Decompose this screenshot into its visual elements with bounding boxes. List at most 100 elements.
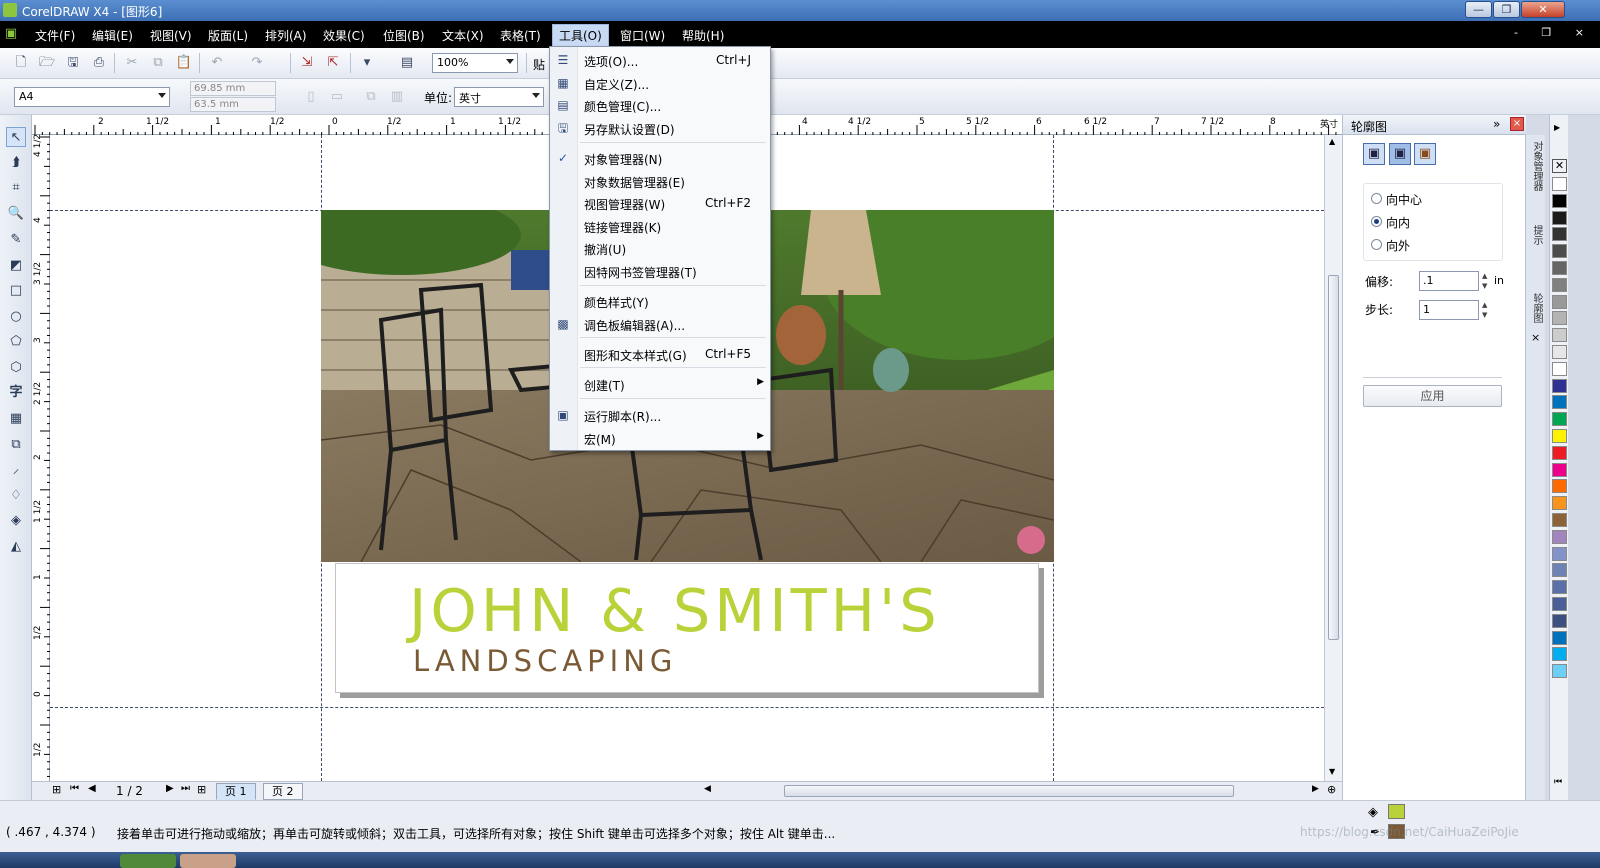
interactive-fill-tool-icon[interactable]: ◭ xyxy=(6,537,26,557)
menu-arrange[interactable]: 排列(A) xyxy=(265,27,307,44)
menu-item-6[interactable]: 视图管理器(W) Ctrl+F2 xyxy=(550,192,770,214)
palette-swatch[interactable] xyxy=(1552,193,1567,208)
page-tab-1[interactable]: 页 1 xyxy=(216,783,256,800)
previous-page-icon[interactable]: ◀ xyxy=(88,783,96,794)
palette-swatch[interactable] xyxy=(1552,580,1567,595)
menu-effects[interactable]: 效果(C) xyxy=(323,27,365,44)
scroll-left-icon[interactable]: ◀ xyxy=(704,784,711,794)
application-launcher-icon[interactable]: ▾ xyxy=(358,54,376,72)
print-icon[interactable]: ⎙ xyxy=(90,54,108,72)
palette-swatch[interactable] xyxy=(1552,546,1567,561)
palette-swatch[interactable] xyxy=(1552,630,1567,645)
palette-swatch[interactable] xyxy=(1552,378,1567,393)
page-width-field[interactable]: 69.85 mm xyxy=(190,81,276,96)
zoom-tool-icon[interactable]: 🔍 xyxy=(6,204,26,224)
palette-swatch[interactable] xyxy=(1552,345,1567,359)
table-tool-icon[interactable]: ▦ xyxy=(6,409,26,429)
no-color-swatch-icon[interactable]: ✕ xyxy=(1552,159,1567,173)
menu-file[interactable]: 文件(F) xyxy=(35,27,75,44)
palette-swatch[interactable] xyxy=(1552,479,1567,494)
redo-icon[interactable]: ↷ xyxy=(248,54,266,72)
docker-close-icon[interactable]: × xyxy=(1510,117,1524,131)
palette-scroll-up-icon[interactable]: ▶ xyxy=(1554,123,1560,132)
palette-swatch[interactable] xyxy=(1552,429,1567,443)
logo-card[interactable]: JOHN & SMITH'S LANDSCAPING xyxy=(335,563,1039,693)
polygon-tool-icon[interactable]: ⬠ xyxy=(6,332,26,352)
menu-item-13[interactable]: 创建(T) ▶ xyxy=(550,373,770,395)
first-page-icon[interactable]: ⏮ xyxy=(70,783,79,794)
outline-tool-icon[interactable]: ♢ xyxy=(6,486,26,506)
palette-swatch[interactable] xyxy=(1552,563,1567,578)
side-tab-contour[interactable]: 轮廓图 xyxy=(1529,293,1544,323)
logo-subline[interactable]: LANDSCAPING xyxy=(413,644,677,678)
last-page-icon[interactable]: ⏭ xyxy=(181,783,190,794)
undo-icon[interactable]: ↶ xyxy=(208,54,226,72)
menu-item-11[interactable]: ▩ 调色板编辑器(A)... xyxy=(550,313,770,335)
insert-page-before-icon[interactable]: ⊞ xyxy=(52,783,61,796)
current-page-icon[interactable]: ▥ xyxy=(388,88,406,106)
welcome-screen-icon[interactable]: ▤ xyxy=(398,54,416,72)
menu-item-1[interactable]: ▦ 自定义(Z)... xyxy=(550,72,770,94)
palette-swatch[interactable] xyxy=(1552,395,1567,410)
cut-icon[interactable]: ✂ xyxy=(123,54,141,72)
docker-expand-icon[interactable]: » xyxy=(1493,117,1500,131)
menu-item-4[interactable]: ✓ 对象管理器(N) xyxy=(550,147,770,169)
steps-spin-icon[interactable]: ▲ ▼ xyxy=(1482,300,1487,320)
basic-shapes-tool-icon[interactable]: ⬡ xyxy=(6,358,26,378)
palette-swatch[interactable] xyxy=(1552,412,1567,427)
menu-item-12[interactable]: 图形和文本样式(G) Ctrl+F5 xyxy=(550,343,770,365)
menu-item-10[interactable]: 颜色样式(Y) xyxy=(550,290,770,312)
close-button[interactable]: ✕ xyxy=(1521,1,1565,18)
offset-input[interactable]: .1 xyxy=(1419,271,1479,291)
save-icon[interactable]: 🖫 xyxy=(64,54,82,72)
palette-swatch[interactable] xyxy=(1552,261,1567,275)
radio-outside[interactable] xyxy=(1371,239,1382,250)
page-size-combo[interactable]: A4 xyxy=(14,87,170,107)
all-pages-icon[interactable]: ⧉ xyxy=(362,88,380,106)
radio-inside[interactable] xyxy=(1371,216,1382,227)
menu-layout[interactable]: 版面(L) xyxy=(208,27,248,44)
copy-icon[interactable]: ⧉ xyxy=(149,54,167,72)
palette-scroll-down-icon[interactable]: ⏮ xyxy=(1554,777,1562,787)
menu-table[interactable]: 表格(T) xyxy=(500,27,541,44)
side-tab-close-icon[interactable]: × xyxy=(1531,331,1540,344)
offset-spin-icon[interactable]: ▲ ▼ xyxy=(1482,271,1487,291)
text-tool-icon[interactable]: 字 xyxy=(6,383,26,403)
palette-swatch[interactable] xyxy=(1552,664,1567,679)
radio-to-center[interactable] xyxy=(1371,193,1382,204)
side-tab-object-manager[interactable]: 对象管理器 xyxy=(1529,141,1544,191)
guideline-bottom[interactable] xyxy=(50,707,1324,708)
document-window-controls[interactable]: - ❐ × xyxy=(1514,26,1594,39)
contour-to-center-icon[interactable]: ▣ xyxy=(1363,143,1385,165)
minimize-button[interactable]: — xyxy=(1465,1,1492,18)
document-icon[interactable]: ▣ xyxy=(2,25,20,43)
palette-swatch[interactable] xyxy=(1552,496,1567,511)
contour-outside-icon[interactable]: ▣ xyxy=(1414,143,1436,165)
contour-inside-icon[interactable]: ▣ xyxy=(1389,143,1411,165)
scroll-right-icon[interactable]: ▶ xyxy=(1312,784,1319,794)
fill-color-swatch[interactable] xyxy=(1388,804,1405,819)
taskbar-app-button[interactable] xyxy=(120,854,176,868)
portrait-icon[interactable]: ▯ xyxy=(302,88,320,106)
palette-swatch[interactable] xyxy=(1552,294,1567,309)
zoom-level-combo[interactable]: 100% xyxy=(432,53,518,73)
palette-swatch[interactable] xyxy=(1552,210,1567,225)
palette-swatch[interactable] xyxy=(1552,613,1567,628)
palette-swatch[interactable] xyxy=(1552,227,1567,242)
menu-view[interactable]: 视图(V) xyxy=(150,27,192,44)
interactive-blend-tool-icon[interactable]: ⧉ xyxy=(6,435,26,455)
menu-help[interactable]: 帮助(H) xyxy=(682,27,724,44)
palette-swatch[interactable] xyxy=(1552,328,1567,343)
menu-item-5[interactable]: 对象数据管理器(E) xyxy=(550,170,770,192)
restore-button[interactable]: ❐ xyxy=(1493,1,1520,18)
new-document-icon[interactable]: 🗋 xyxy=(12,54,30,72)
palette-swatch[interactable] xyxy=(1552,177,1567,191)
scroll-down-icon[interactable]: ▼ xyxy=(1329,767,1335,776)
crop-tool-icon[interactable]: ⌗ xyxy=(6,178,26,198)
taskbar-app-button[interactable] xyxy=(180,854,236,868)
menu-item-0[interactable]: ☰ 选项(O)... Ctrl+J xyxy=(550,49,770,71)
export-icon[interactable]: ⇱ xyxy=(324,54,342,72)
menu-item-2[interactable]: ▤ 颜色管理(C)... xyxy=(550,94,770,116)
pick-tool-icon[interactable]: ↖ xyxy=(6,127,26,147)
units-combo[interactable]: 英寸 xyxy=(454,87,544,107)
